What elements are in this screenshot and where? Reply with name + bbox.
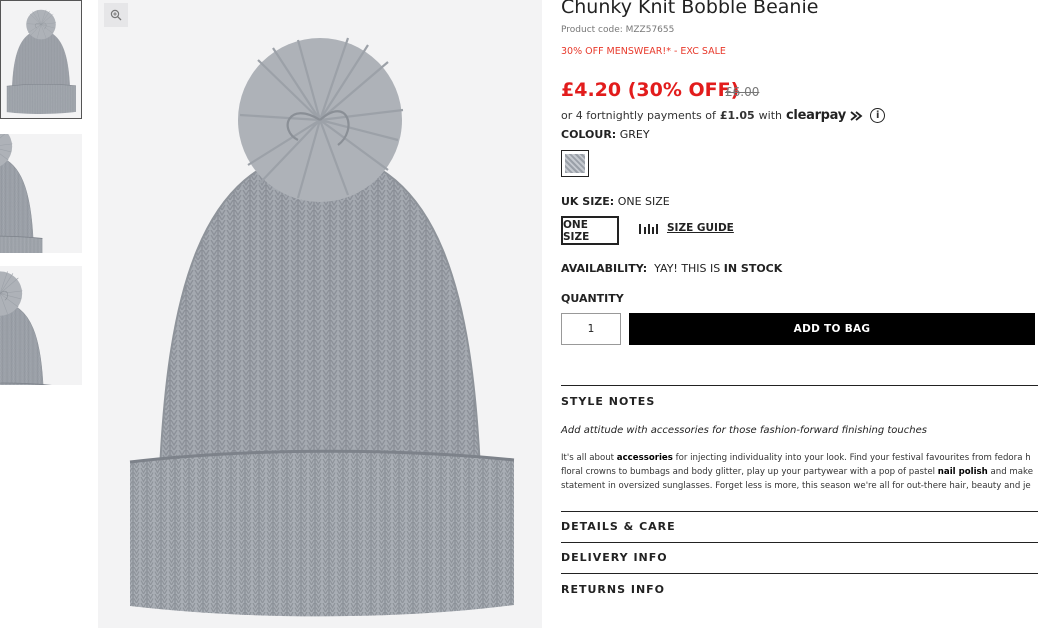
info-icon[interactable]: i bbox=[870, 108, 886, 123]
sale-price: £4.20 (30% OFF) bbox=[561, 79, 740, 101]
main-product-image[interactable] bbox=[98, 0, 542, 628]
clearpay-with: with bbox=[758, 109, 783, 122]
accessories-link[interactable]: accessories bbox=[617, 453, 673, 463]
stock-status: IN STOCK bbox=[723, 262, 783, 275]
zoom-button[interactable] bbox=[104, 3, 128, 27]
thumbnail-front[interactable] bbox=[0, 0, 82, 119]
style-notes-heading[interactable]: STYLE NOTES bbox=[561, 395, 655, 408]
clearpay-prefix: or 4 fortnightly payments of bbox=[561, 109, 716, 122]
style-notes-tagline: Add attitude with accessories for those … bbox=[561, 425, 927, 436]
size-label: UK SIZE: ONE SIZE bbox=[561, 195, 670, 208]
nail-polish-link[interactable]: nail polish bbox=[938, 467, 988, 477]
divider bbox=[561, 385, 1038, 386]
divider bbox=[561, 511, 1038, 512]
returns-info-heading[interactable]: RETURNS INFO bbox=[561, 583, 665, 596]
beanie-side-thumbnail-image bbox=[0, 134, 50, 253]
clearpay-amount: £1.05 bbox=[719, 109, 755, 122]
promo-text[interactable]: 30% OFF MENSWEAR!* - EXC SALE bbox=[561, 46, 726, 57]
was-price: £6.00 bbox=[725, 85, 760, 99]
clearpay-message: or 4 fortnightly payments of £1.05 with … bbox=[561, 108, 886, 123]
thumbnail-side[interactable] bbox=[0, 134, 82, 253]
product-code: Product code: MZZ57655 bbox=[561, 25, 675, 35]
beanie-thumbnail-image bbox=[1, 1, 81, 118]
size-value: ONE SIZE bbox=[617, 195, 670, 208]
style-notes-body: It's all about accessories for injecting… bbox=[561, 453, 1033, 491]
clearpay-arrows-icon bbox=[850, 110, 863, 121]
details-care-heading[interactable]: DETAILS & CARE bbox=[561, 520, 676, 533]
colour-value: GREY bbox=[619, 128, 650, 141]
quantity-input[interactable]: 1 bbox=[561, 313, 621, 345]
colour-swatch-grey[interactable] bbox=[561, 150, 589, 177]
ruler-icon bbox=[639, 223, 658, 234]
clearpay-logo: clearpay bbox=[786, 108, 864, 123]
product-title: Chunky Knit Bobble Beanie bbox=[561, 0, 819, 18]
beanie-back-thumbnail-image bbox=[0, 266, 60, 385]
availability: AVAILABILITY: YAY! THIS IS IN STOCK bbox=[561, 262, 783, 275]
divider bbox=[561, 542, 1038, 543]
zoom-in-icon bbox=[110, 9, 122, 21]
colour-label: COLOUR: GREY bbox=[561, 128, 650, 141]
quantity-label: QUANTITY bbox=[561, 292, 624, 305]
beanie-image bbox=[98, 0, 542, 628]
add-to-bag-button[interactable]: ADD TO BAG bbox=[629, 313, 1035, 345]
delivery-info-heading[interactable]: DELIVERY INFO bbox=[561, 551, 668, 564]
divider bbox=[561, 573, 1038, 574]
thumbnail-back[interactable] bbox=[0, 266, 82, 385]
size-option-one-size[interactable]: ONE SIZE bbox=[561, 216, 619, 245]
size-guide-link[interactable]: SIZE GUIDE bbox=[639, 222, 734, 234]
